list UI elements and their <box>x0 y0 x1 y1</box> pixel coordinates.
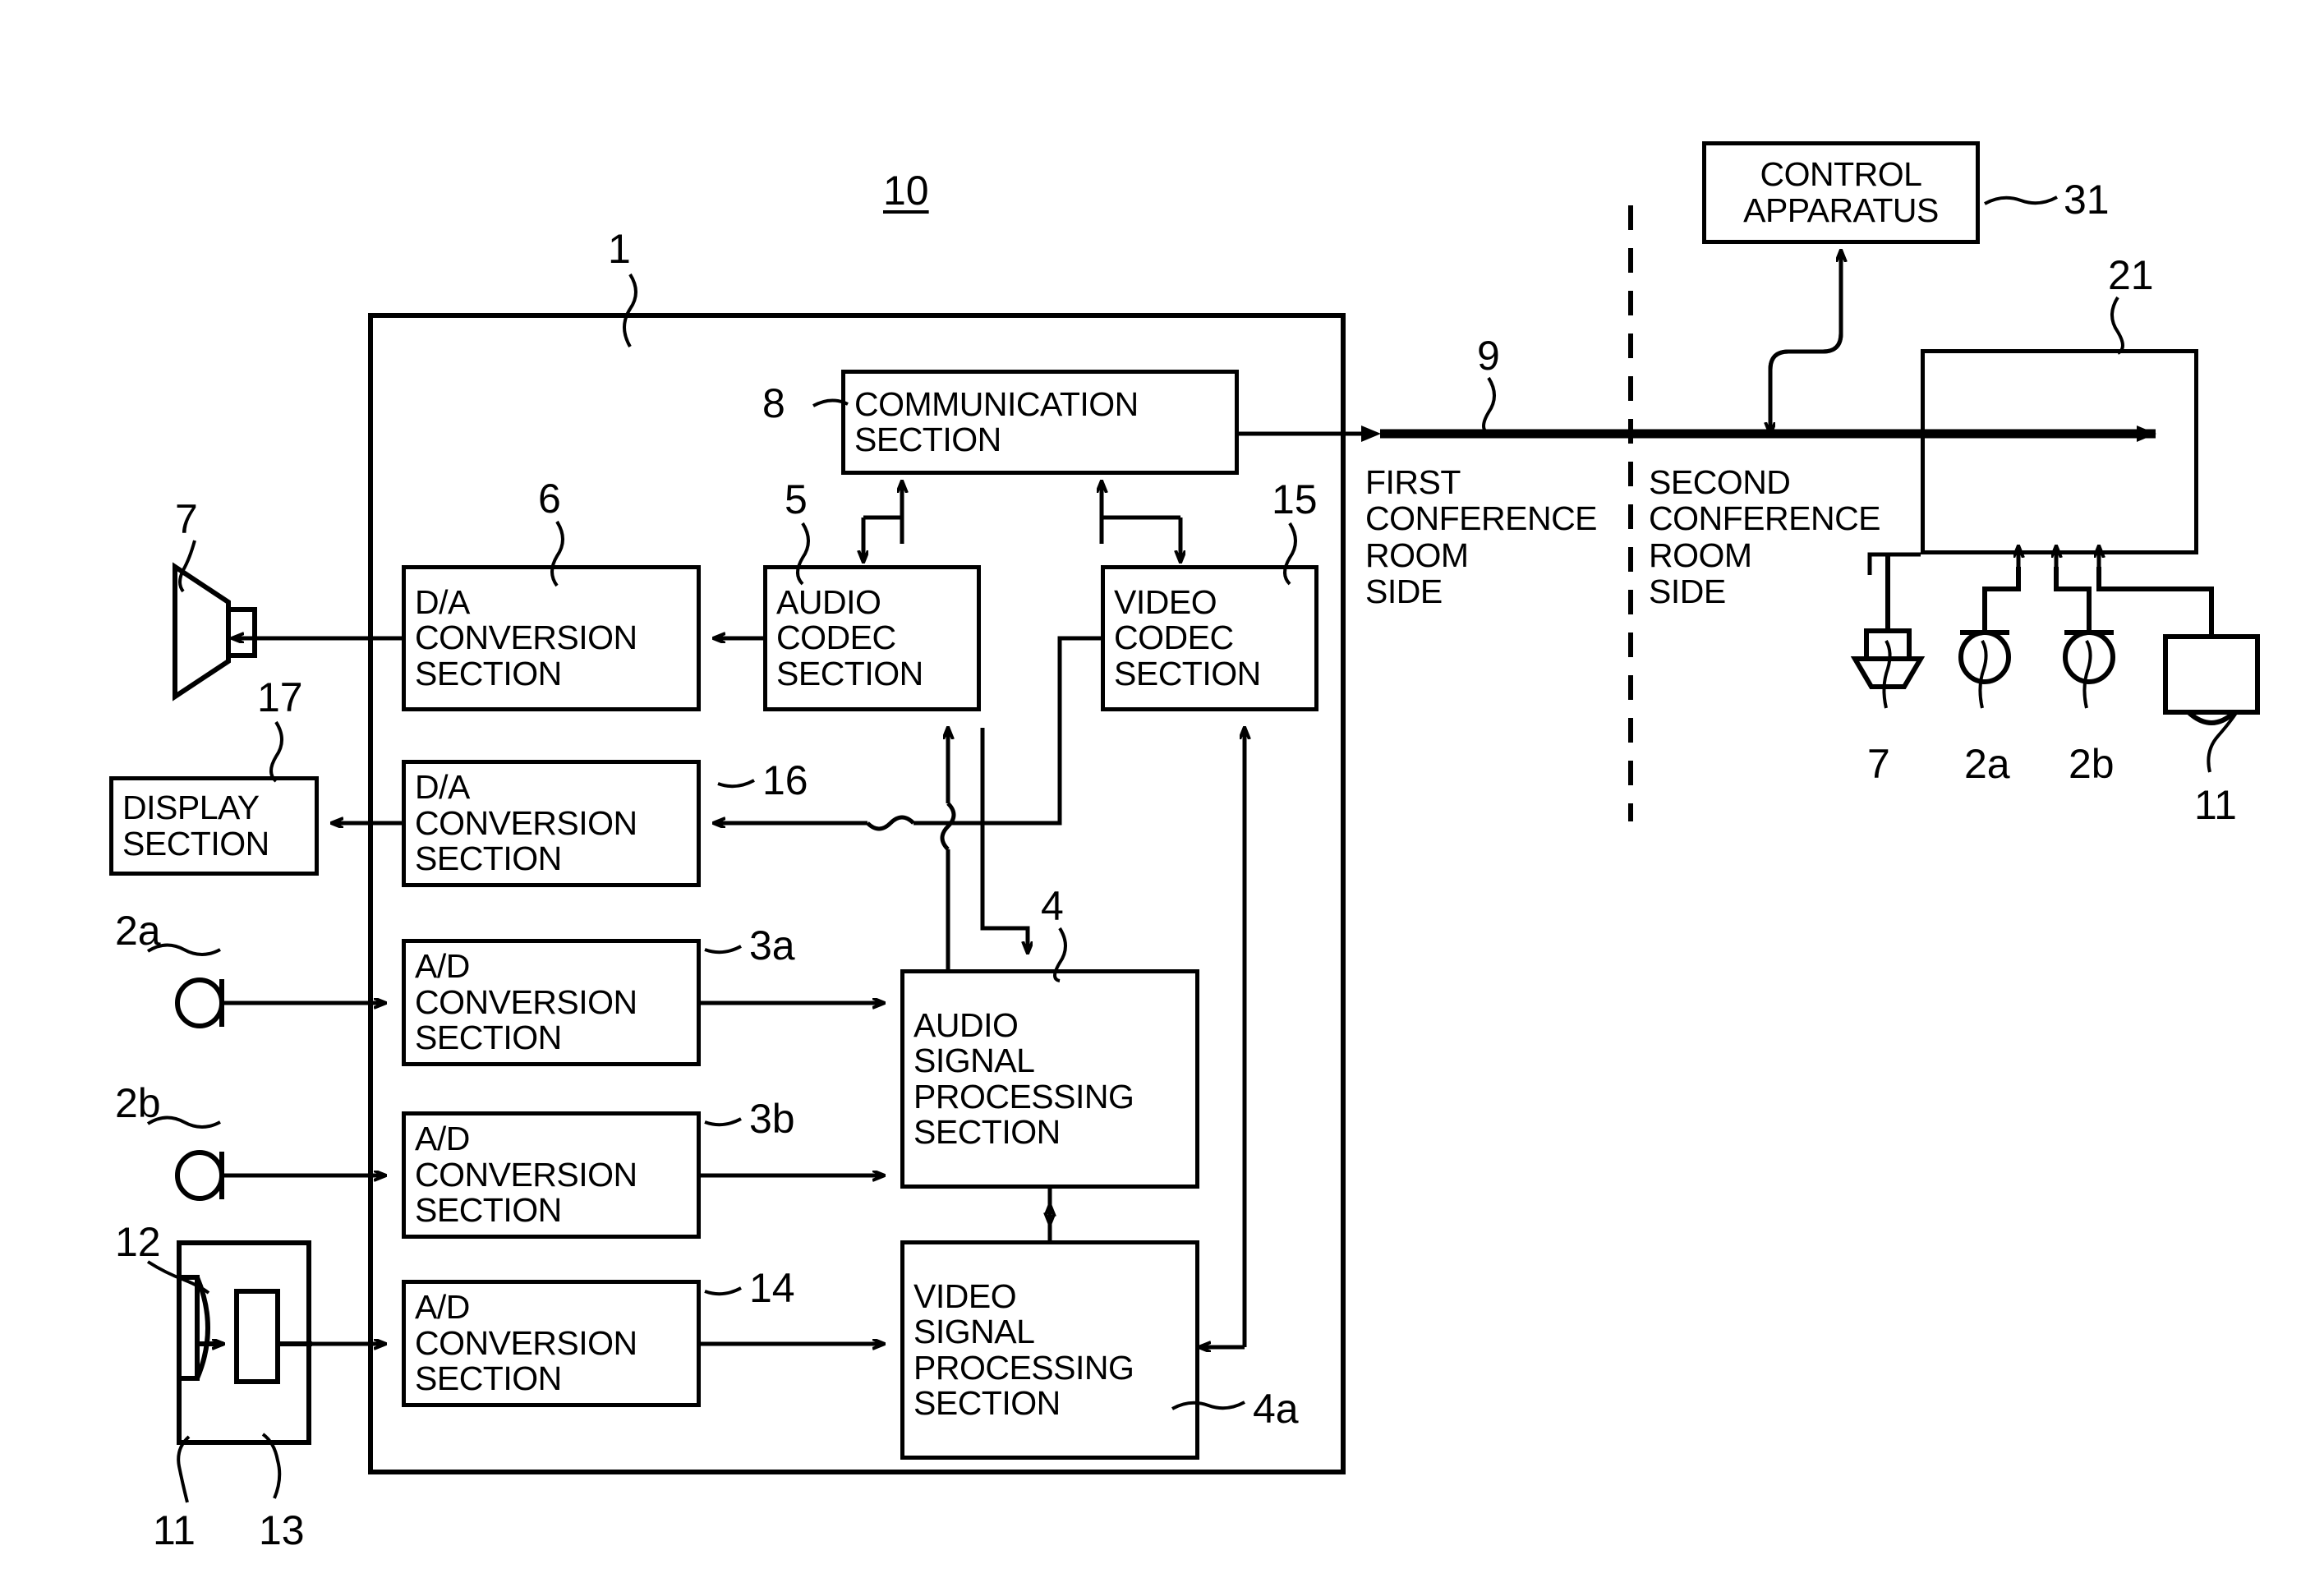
microphone-icon-2a-right <box>1958 567 2021 684</box>
wiring-layer <box>146 196 2260 1503</box>
patent-figure: 10 1 COMMUNICATION SECTION 8 D/A CONVERS… <box>0 0 2324 1587</box>
camera-icon-right <box>2096 567 2260 725</box>
microphone-icon-2b-right <box>2054 567 2115 684</box>
speaker-icon-left <box>173 562 257 702</box>
camera-icon-left <box>177 1240 312 1445</box>
microphone-icon-2b <box>175 1150 224 1201</box>
leader-lines <box>146 196 2238 1503</box>
microphone-icon-2a <box>175 978 224 1028</box>
